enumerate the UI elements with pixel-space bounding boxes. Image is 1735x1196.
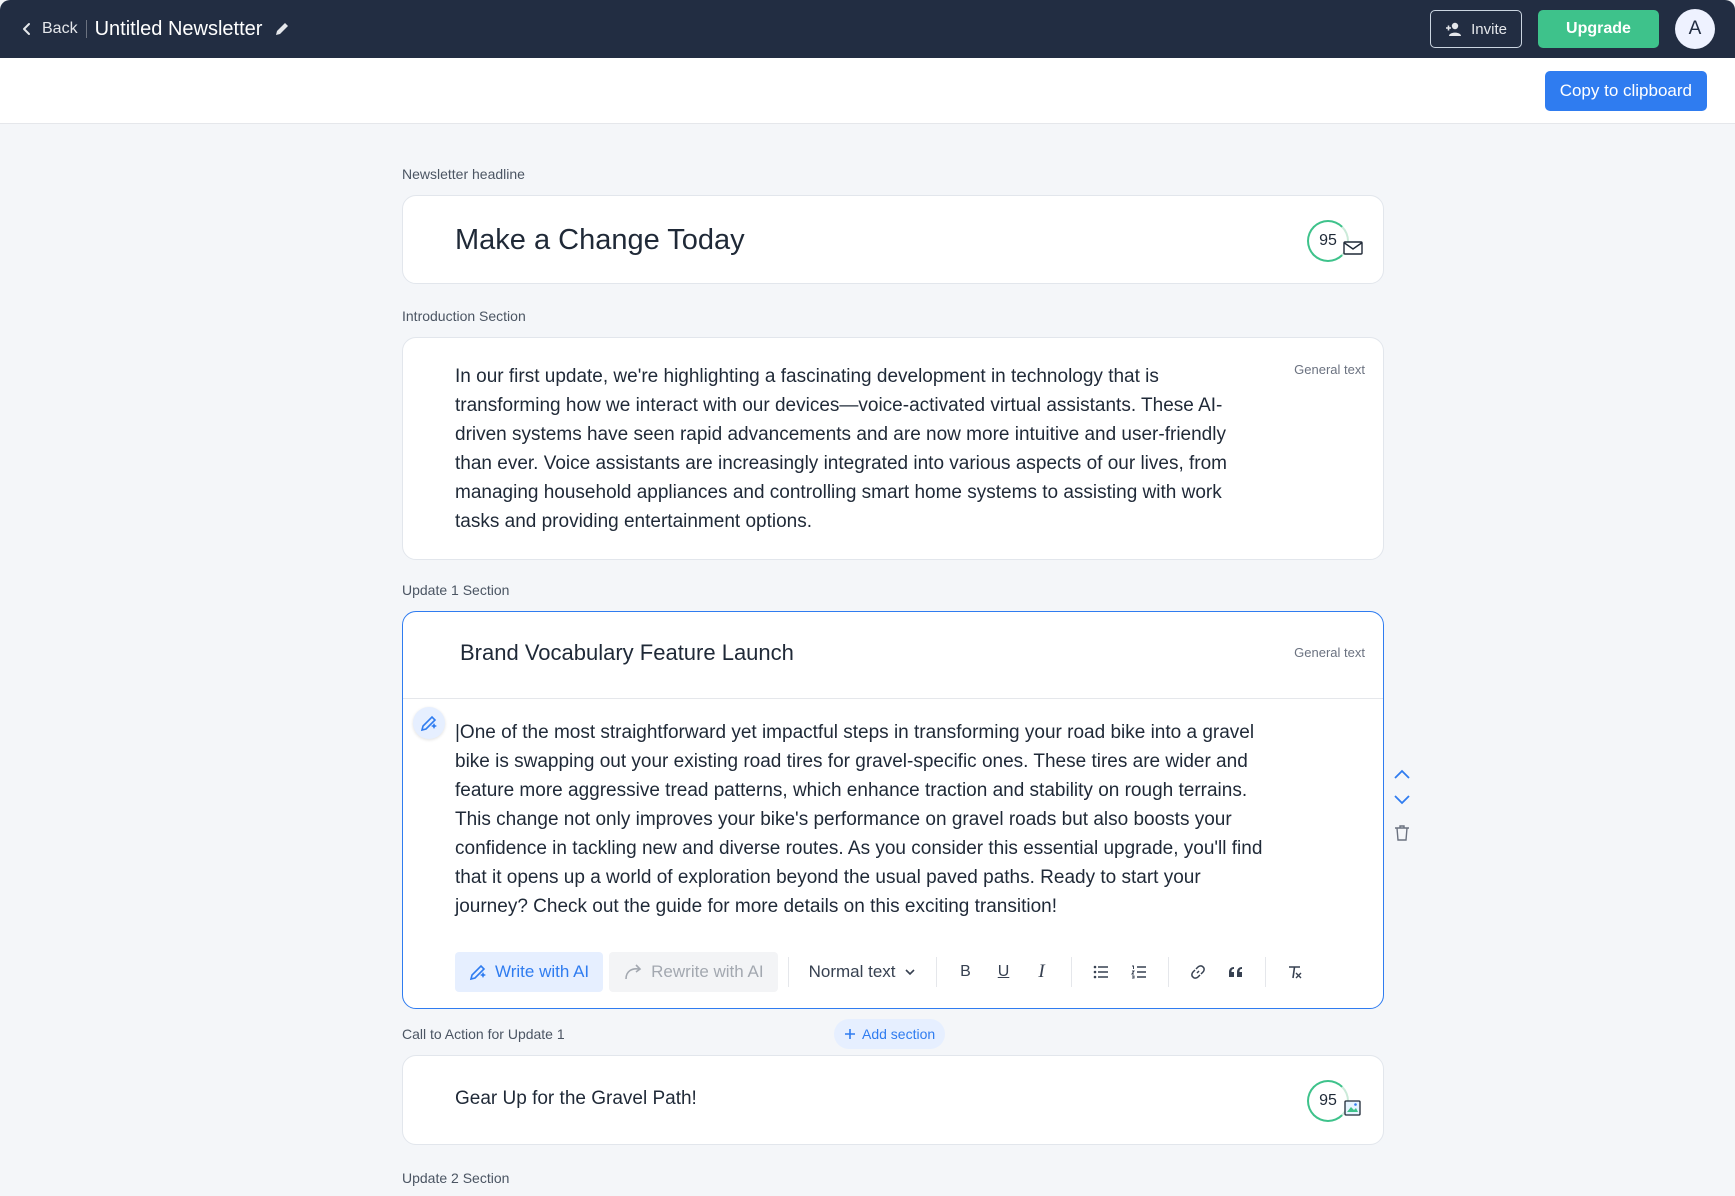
action-bar: Copy to clipboard (0, 58, 1735, 124)
back-button[interactable]: Back (20, 20, 78, 38)
section-reorder-controls (1392, 768, 1412, 842)
text-style-value: Normal text (808, 962, 896, 981)
upgrade-button[interactable]: Upgrade (1538, 10, 1659, 48)
intro-content-type-tag: General text (1294, 362, 1365, 377)
quote-icon (1228, 967, 1242, 977)
invite-button[interactable]: Invite (1430, 10, 1522, 48)
toolbar-divider (787, 957, 789, 987)
top-navigation-bar: Back Untitled Newsletter Invite Upgrade … (0, 0, 1735, 58)
link-icon (1190, 965, 1205, 979)
title-divider (85, 20, 87, 38)
cta-card[interactable]: Gear Up for the Gravel Path! 95 (402, 1055, 1384, 1145)
toolbar-divider (1070, 957, 1072, 987)
email-icon (1343, 241, 1363, 255)
update1-divider (403, 698, 1383, 699)
bullet-list-button[interactable] (1082, 954, 1120, 990)
formatting-toolbar: Write with AI Rewrite with AI Normal tex… (455, 952, 1314, 992)
invite-label: Invite (1471, 20, 1507, 38)
redo-icon (625, 964, 642, 980)
add-section-button[interactable]: Add section (834, 1019, 946, 1049)
chevron-down-icon (904, 969, 915, 976)
headline-card[interactable]: Make a Change Today 95 (402, 195, 1384, 284)
trash-icon[interactable] (1394, 824, 1410, 842)
intro-card[interactable]: General text In our first update, we're … (402, 337, 1384, 560)
numbered-list-icon (1130, 965, 1146, 979)
toolbar-divider (1167, 957, 1169, 987)
plus-icon (845, 1029, 855, 1039)
magic-pen-icon (420, 715, 437, 732)
update1-body-text[interactable]: |One of the most straightforward yet imp… (455, 718, 1270, 921)
chevron-up-icon[interactable] (1392, 768, 1412, 782)
copy-to-clipboard-button[interactable]: Copy to clipboard (1544, 71, 1707, 111)
ai-assist-button[interactable] (413, 707, 445, 739)
bullet-list-icon (1093, 965, 1108, 979)
add-section-label: Add section (862, 1026, 936, 1042)
update2-section-label: Update 2 Section (402, 1170, 510, 1186)
headline-text[interactable]: Make a Change Today (455, 224, 745, 257)
clear-formatting-button[interactable] (1276, 954, 1314, 990)
update1-card[interactable]: Brand Vocabulary Feature Launch General … (402, 611, 1384, 1009)
update1-title[interactable]: Brand Vocabulary Feature Launch (460, 640, 794, 666)
text-style-dropdown[interactable]: Normal text (799, 962, 926, 982)
numbered-list-button[interactable] (1120, 954, 1158, 990)
headline-section-label: Newsletter headline (402, 166, 525, 182)
toolbar-divider (1264, 957, 1266, 987)
chevron-left-icon (23, 23, 30, 35)
magic-pen-icon (469, 964, 486, 981)
intro-section-label: Introduction Section (402, 308, 526, 324)
image-icon (1344, 1100, 1361, 1116)
chevron-down-icon[interactable] (1392, 792, 1412, 806)
update1-content-type-tag: General text (1294, 645, 1365, 660)
avatar[interactable]: A (1675, 9, 1715, 49)
cta-section-label: Call to Action for Update 1 (402, 1026, 565, 1042)
add-user-icon (1446, 22, 1462, 36)
pencil-icon[interactable] (274, 21, 290, 37)
update1-section-label: Update 1 Section (402, 582, 510, 598)
italic-button[interactable]: I (1023, 954, 1061, 990)
write-with-ai-button[interactable]: Write with AI (455, 952, 604, 992)
rewrite-with-ai-button[interactable]: Rewrite with AI (609, 952, 778, 992)
rewrite-with-ai-label: Rewrite with AI (651, 962, 764, 981)
clear-formatting-icon (1288, 966, 1302, 979)
link-button[interactable] (1179, 954, 1217, 990)
cta-text[interactable]: Gear Up for the Gravel Path! (455, 1088, 697, 1110)
quote-button[interactable] (1217, 954, 1255, 990)
write-with-ai-label: Write with AI (495, 962, 590, 981)
back-label: Back (42, 20, 78, 37)
intro-body-text[interactable]: In our first update, we're highlighting … (455, 362, 1255, 536)
bold-button[interactable]: B (947, 954, 985, 990)
toolbar-divider (935, 957, 937, 987)
document-title[interactable]: Untitled Newsletter (95, 18, 263, 41)
underline-button[interactable]: U (985, 954, 1023, 990)
